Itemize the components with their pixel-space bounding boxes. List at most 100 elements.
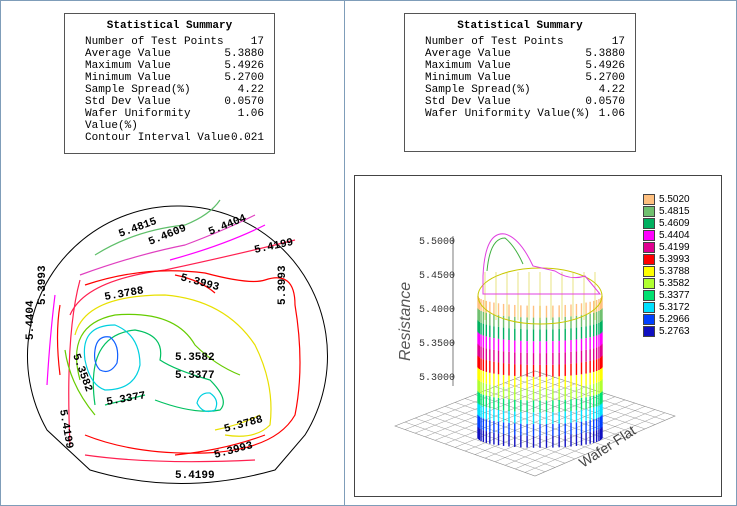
summary-label: Std Dev Value	[85, 96, 171, 108]
contour-line	[74, 294, 272, 437]
summary-row: Contour Interval Value 0.021	[65, 132, 274, 144]
legend-label: 5.5020	[659, 194, 690, 205]
legend-item: 5.2763	[643, 326, 713, 338]
summary-label: Minimum Value	[85, 72, 171, 84]
legend-swatch	[643, 218, 655, 229]
legend: 5.5020 5.4815 5.4609 5.4404 5.4199 5.3993 5.37…	[643, 194, 717, 344]
summary-title: Statistical Summary	[457, 20, 583, 32]
summary-value: 1.06	[237, 108, 264, 120]
summary-value: 5.2700	[224, 72, 264, 84]
contour-label: 5.4199	[175, 470, 215, 482]
contour-label: 5.3993	[37, 265, 49, 305]
floor-grid-line	[514, 378, 656, 425]
legend-label: 5.4609	[659, 218, 690, 229]
floor-grid-line	[504, 382, 646, 430]
legend-item: 5.4199	[643, 242, 713, 254]
contour-label: 5.4199	[56, 409, 75, 450]
contour-label: 5.3993	[213, 440, 255, 462]
legend-item: 5.5020	[643, 194, 713, 206]
summary-label: Average Value	[85, 48, 171, 60]
legend-swatch	[643, 326, 655, 337]
contour-label: 5.3582	[175, 352, 215, 364]
legend-label: 5.2763	[659, 326, 690, 337]
legend-label: 5.3582	[659, 278, 690, 289]
summary-label: Maximum Value	[85, 60, 171, 72]
summary-row: Wafer Uniformity Value(%) 1.06	[405, 108, 635, 120]
legend-item: 5.3788	[643, 266, 713, 278]
legend-label: 5.4815	[659, 206, 690, 217]
legend-label: 5.3377	[659, 290, 690, 301]
summary-row: Minimum Value 5.2700	[405, 72, 635, 84]
summary-value: 0.021	[230, 132, 264, 144]
legend-item: 5.4404	[643, 230, 713, 242]
summary-row: Average Value 5.3880	[65, 48, 274, 60]
legend-item: 5.3377	[643, 290, 713, 302]
legend-swatch	[643, 242, 655, 253]
legend-label: 5.2966	[659, 314, 690, 325]
summary-row: Minimum Value 5.2700	[65, 72, 274, 84]
summary-label: Minimum Value	[425, 72, 511, 84]
contour-label: 5.3788	[104, 285, 145, 304]
summary-value: 5.3880	[585, 48, 625, 60]
summary-label: Maximum Value	[425, 60, 511, 72]
surface-peak	[486, 237, 524, 272]
summary-row: Wafer Uniformity Value(%) 1.06	[65, 108, 274, 132]
summary-row: Sample Spread(%) 4.22	[405, 84, 635, 96]
z-tick-label: 5.4500	[419, 271, 455, 282]
legend-label: 5.4199	[659, 242, 690, 253]
summary-row: Std Dev Value 0.0570	[65, 96, 274, 108]
contour-label: 5.3377	[175, 370, 215, 382]
legend-label: 5.3172	[659, 302, 690, 313]
summary-label: Sample Spread(%)	[425, 84, 531, 96]
summary-label: Number of Test Points	[425, 36, 564, 48]
legend-item: 5.4609	[643, 218, 713, 230]
contour-label: 5.3377	[106, 390, 147, 409]
contour-map: 5.48155.46095.44045.44045.41995.41995.41…	[25, 199, 328, 484]
x-axis-label: Wafer Flat	[576, 422, 639, 470]
summary-box-right: Statistical Summary Number of Test Point…	[404, 13, 636, 152]
summary-label: Number of Test Points	[85, 36, 224, 48]
z-tick-label: 5.4000	[419, 305, 455, 316]
contour-label: 5.3993	[277, 265, 289, 305]
contour-line	[56, 304, 61, 376]
legend-item: 5.3993	[643, 254, 713, 266]
summary-value: 5.3880	[224, 48, 264, 60]
summary-row: Maximum Value 5.4926	[405, 60, 635, 72]
floor-grid-line	[484, 390, 626, 438]
summary-value: 0.0570	[224, 96, 264, 108]
surface-peak	[482, 233, 602, 295]
summary-row: Sample Spread(%) 4.22	[65, 84, 274, 96]
summary-value: 5.4926	[224, 60, 264, 72]
legend-swatch	[643, 302, 655, 313]
contour-label: 5.3582	[69, 352, 94, 393]
summary-label: Std Dev Value	[425, 96, 511, 108]
z-tick-label: 5.5000	[419, 237, 455, 248]
summary-label: Contour Interval Value	[85, 132, 231, 144]
contour-line	[196, 392, 218, 413]
summary-value: 17	[611, 36, 625, 48]
summary-row: Maximum Value 5.4926	[65, 60, 274, 72]
summary-label: Wafer Uniformity Value(%)	[425, 108, 591, 120]
legend-swatch	[643, 266, 655, 277]
legend-swatch	[643, 206, 655, 217]
summary-value: 0.0570	[585, 96, 625, 108]
legend-swatch	[643, 194, 655, 205]
legend-label: 5.3993	[659, 254, 690, 265]
legend-item: 5.3582	[643, 278, 713, 290]
surface-plot-frame: Resistance Wafer Flat 5.5000 5.4500 5.4000…	[354, 175, 722, 497]
summary-label: Average Value	[425, 48, 511, 60]
legend-swatch	[643, 314, 655, 325]
summary-value: 17	[250, 36, 264, 48]
summary-label: Wafer Uniformity Value(%)	[85, 108, 191, 132]
contour-label: 5.4404	[25, 300, 37, 340]
y-axis-label: Resistance	[397, 282, 414, 361]
summary-title: Statistical Summary	[106, 20, 233, 32]
contour-label: 5.4199	[253, 237, 294, 257]
summary-value: 4.22	[237, 84, 264, 96]
figure-root: Statistical Summary Number of Test Point…	[0, 0, 737, 506]
legend-label: 5.3788	[659, 266, 690, 277]
summary-value: 4.22	[598, 84, 625, 96]
z-tick-label: 5.3500	[419, 339, 455, 350]
summary-value: 5.4926	[585, 60, 625, 72]
legend-swatch	[643, 230, 655, 241]
